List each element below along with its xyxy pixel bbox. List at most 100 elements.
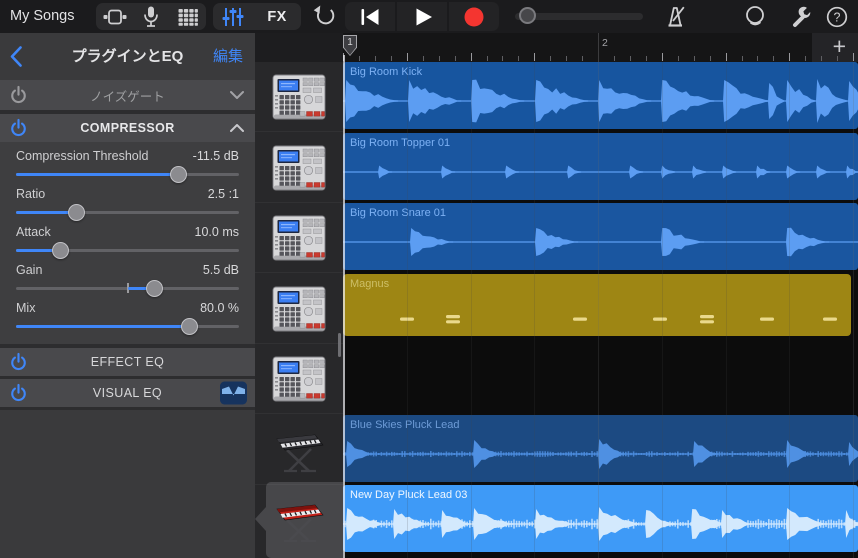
volume-slider-knob[interactable]: [519, 7, 536, 24]
plugin-name: ノイズゲート: [90, 89, 165, 104]
param-attack: Attack 10.0 ms: [16, 222, 239, 260]
settings-button[interactable]: [786, 3, 816, 30]
drum-machine-icon: [272, 145, 326, 190]
master-volume-slider[interactable]: [515, 7, 643, 24]
param-ratio: Ratio 2.5 :1: [16, 184, 239, 222]
track-header-5[interactable]: [255, 344, 343, 414]
record-audio-button[interactable]: [133, 3, 169, 30]
my-songs-button[interactable]: My Songs: [10, 0, 74, 33]
region-blue-skies-pluck-lead[interactable]: Blue Skies Pluck Lead: [343, 414, 858, 482]
row-separator: [255, 201, 343, 203]
drum-machine-icon: [272, 356, 326, 402]
drum-machine-icon: [272, 286, 326, 331]
fx-button[interactable]: FX: [253, 3, 301, 30]
slider-knob[interactable]: [145, 280, 163, 297]
edit-button[interactable]: 編集: [213, 33, 243, 80]
slider-knob[interactable]: [67, 204, 85, 221]
region-name: Blue Skies Pluck Lead: [350, 418, 460, 431]
loop-browser-button[interactable]: [740, 3, 770, 30]
visual-eq-button[interactable]: [220, 381, 247, 405]
param-slider[interactable]: [16, 203, 239, 222]
region-name: New Day Pluck Lead 03: [350, 489, 468, 501]
ruler-tick: [454, 56, 456, 61]
grid-shade-line: [853, 62, 854, 558]
param-slider[interactable]: [16, 165, 239, 184]
mixer-controls-icon: [222, 7, 244, 26]
power-icon: [11, 118, 26, 137]
help-button[interactable]: ?: [822, 3, 852, 30]
settings-wrench-icon: [793, 6, 811, 27]
track-controls-button[interactable]: [213, 3, 253, 30]
row-separator: [255, 272, 343, 273]
ruler-tick: [518, 56, 520, 61]
undo-button[interactable]: [310, 3, 338, 30]
plugin-power-button[interactable]: [9, 352, 28, 372]
panel-filler: [0, 410, 255, 558]
plugin-power-button[interactable]: [9, 85, 28, 105]
row-separator: [255, 342, 343, 344]
playhead-line[interactable]: [343, 55, 345, 558]
track-list-scrollbar[interactable]: [338, 333, 341, 357]
plugin-expand-button[interactable]: [230, 91, 244, 100]
ruler-tick: [550, 56, 552, 61]
plugin-name: COMPRESSOR: [80, 121, 175, 135]
grid-shade-line: [406, 62, 408, 558]
ruler-tick: [582, 56, 584, 61]
track-lane-1: Big Room Kick: [343, 62, 858, 129]
plugin-row-effect-eq[interactable]: EFFECT EQ: [0, 348, 255, 376]
power-icon: [11, 383, 26, 402]
plugin-power-button[interactable]: [9, 118, 28, 138]
play-button[interactable]: [397, 2, 447, 31]
track-lane-2: Big Room Topper 01: [343, 132, 858, 200]
region-big-room-kick[interactable]: Big Room Kick: [343, 62, 858, 129]
ruler-tick: [502, 56, 504, 61]
plugin-row-noise-gate[interactable]: ノイズゲート: [0, 80, 255, 110]
timeline-ruler[interactable]: 2 +: [343, 33, 858, 62]
midi-notes: [400, 314, 837, 323]
plugin-row-visual-eq[interactable]: VISUAL EQ: [0, 379, 255, 407]
skip-to-start-button[interactable]: [345, 2, 395, 31]
track-header-3[interactable]: [255, 203, 343, 273]
tracks-view-button[interactable]: [96, 3, 133, 30]
track-header-7[interactable]: [255, 485, 343, 555]
tracks-view-icon: [103, 9, 126, 24]
metronome-button[interactable]: [660, 3, 690, 30]
chevron-down-icon: [230, 91, 244, 99]
track-header-1[interactable]: [255, 62, 343, 132]
param-slider[interactable]: [16, 279, 239, 298]
power-icon: [11, 85, 26, 104]
record-icon: [464, 7, 484, 26]
ruler-corner: [255, 33, 343, 62]
row-separator: [255, 131, 343, 132]
ruler-tick: [805, 56, 807, 61]
chevron-up-icon: [230, 124, 244, 132]
ruler-tick: [709, 56, 711, 61]
grid-shade-line: [725, 62, 727, 558]
row-separator: [255, 483, 343, 485]
region-magnus[interactable]: Magnus: [343, 273, 851, 336]
param-slider[interactable]: [16, 241, 239, 260]
region-big-room-topper-01[interactable]: Big Room Topper 01: [343, 132, 858, 200]
add-button[interactable]: +: [833, 33, 846, 62]
slider-knob[interactable]: [181, 318, 199, 335]
grid-shade-line: [661, 62, 663, 558]
ruler-tick: [358, 56, 360, 61]
region-big-room-snare-01[interactable]: Big Room Snare 01: [343, 203, 858, 270]
track-header-2[interactable]: [255, 133, 343, 203]
record-button[interactable]: [449, 2, 499, 31]
track-header-6[interactable]: [255, 415, 343, 485]
ruler-tick: [645, 56, 647, 61]
live-loops-button[interactable]: [169, 3, 206, 30]
undo-icon: [313, 5, 334, 25]
plugin-row-compressor[interactable]: COMPRESSOR: [0, 114, 255, 142]
param-slider[interactable]: [16, 317, 239, 336]
plugin-power-button[interactable]: [9, 383, 28, 403]
plugin-expand-button[interactable]: [230, 124, 244, 133]
slider-knob[interactable]: [52, 242, 70, 259]
slider-knob[interactable]: [170, 166, 188, 183]
live-loops-grid-icon: [178, 8, 198, 26]
play-icon: [416, 8, 432, 25]
region-new-day-pluck-lead-03[interactable]: New Day Pluck Lead 03: [343, 485, 858, 552]
track-header-4[interactable]: [255, 274, 343, 344]
param-value: 5.5 dB: [202, 262, 239, 277]
